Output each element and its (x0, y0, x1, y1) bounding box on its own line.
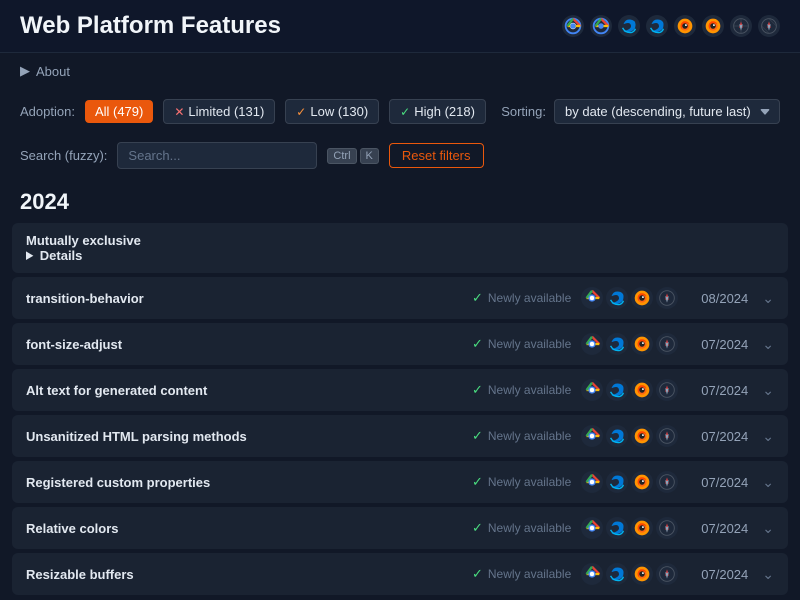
status-label: Newly available (488, 291, 571, 305)
browser-icons-row (581, 425, 678, 447)
expand-chevron-icon[interactable]: ⌄ (762, 428, 774, 445)
filter-limited-button[interactable]: ✕ Limited (131) (163, 99, 275, 124)
expand-chevron-icon[interactable]: ⌄ (762, 520, 774, 537)
reset-filters-button[interactable]: Reset filters (389, 143, 484, 168)
kbd-ctrl: Ctrl (327, 148, 356, 164)
feature-status: ✓ Newly available (472, 336, 571, 352)
search-bar: Search (fuzzy): Ctrl K Reset filters (0, 134, 800, 177)
status-check-icon: ✓ (472, 428, 483, 444)
about-section[interactable]: ▶ About (0, 53, 800, 89)
status-label: Newly available (488, 521, 571, 535)
expand-chevron-icon[interactable]: ⌄ (762, 290, 774, 307)
feature-status: ✓ Newly available (472, 290, 571, 306)
feature-name: Registered custom properties (26, 475, 462, 490)
kbd-k: K (360, 148, 379, 164)
feature-date: 07/2024 (688, 383, 748, 398)
search-label: Search (fuzzy): (20, 148, 107, 163)
expand-chevron-icon[interactable]: ⌄ (762, 336, 774, 353)
feature-date: 08/2024 (688, 291, 748, 306)
feature-row[interactable]: Registered custom properties ✓ Newly ava… (12, 461, 788, 503)
status-check-icon: ✓ (472, 566, 483, 582)
about-arrow: ▶ (20, 63, 30, 79)
feature-date: 07/2024 (688, 475, 748, 490)
feature-status: ✓ Newly available (472, 474, 571, 490)
page-title: Web Platform Features (20, 12, 281, 40)
expand-chevron-icon[interactable]: ⌄ (762, 474, 774, 491)
feature-date: 07/2024 (688, 429, 748, 444)
feature-name: font-size-adjust (26, 337, 462, 352)
filter-low-check: ✓ (296, 105, 306, 119)
chrome-icon-header2 (590, 15, 612, 37)
keyboard-shortcut: Ctrl K (327, 148, 378, 164)
feature-status: ✓ Newly available (472, 428, 571, 444)
edge-icon-header (618, 15, 640, 37)
browser-icons-row (581, 563, 678, 585)
year-2024-header: 2024 (0, 177, 800, 223)
feature-name: Unsanitized HTML parsing methods (26, 429, 462, 444)
feature-row[interactable]: font-size-adjust ✓ Newly available (12, 323, 788, 365)
feature-row[interactable]: Alt text for generated content ✓ Newly a… (12, 369, 788, 411)
sorting-label: Sorting: (501, 104, 546, 119)
browser-icons-row (581, 287, 678, 309)
filter-high-label: High (218) (414, 104, 475, 119)
status-check-icon: ✓ (472, 290, 483, 306)
feature-date: 07/2024 (688, 567, 748, 582)
status-label: Newly available (488, 383, 571, 397)
filter-all-button[interactable]: All (479) (85, 100, 153, 123)
browser-icons-row (581, 517, 678, 539)
filter-low-label: Low (130) (310, 104, 368, 119)
browser-icons-row (581, 379, 678, 401)
feature-name: Alt text for generated content (26, 383, 462, 398)
chrome-icon-header (562, 15, 584, 37)
browser-icons-header (562, 15, 780, 37)
feature-row[interactable]: Mutually exclusive elements ✓ Newly avai… (12, 223, 788, 273)
feature-row[interactable]: Relative colors ✓ Newly available (12, 507, 788, 549)
feature-name: Resizable buffers (26, 567, 462, 582)
status-check-icon: ✓ (472, 520, 483, 536)
sort-select[interactable]: by date (descending, future last) (554, 99, 780, 124)
status-check-icon: ✓ (472, 336, 483, 352)
expand-chevron-icon[interactable]: ⌄ (762, 566, 774, 583)
edge-icon-header2 (646, 15, 668, 37)
safari-icon-header (730, 15, 752, 37)
feature-name: Relative colors (26, 521, 462, 536)
feature-row[interactable]: transition-behavior ✓ Newly available (12, 277, 788, 319)
search-input[interactable] (117, 142, 317, 169)
feature-date: 07/2024 (688, 521, 748, 536)
safari-icon-header2 (758, 15, 780, 37)
firefox-icon-header (674, 15, 696, 37)
browser-icons-row (581, 333, 678, 355)
sorting-section: Sorting: by date (descending, future las… (501, 99, 780, 124)
feature-status: ✓ Newly available (472, 566, 571, 582)
filter-limited-label: Limited (131) (188, 104, 264, 119)
filter-high-check: ✓ (400, 105, 410, 119)
expand-chevron-icon[interactable]: ⌄ (762, 382, 774, 399)
app-header: Web Platform Features (0, 0, 800, 53)
status-check-icon: ✓ (472, 474, 483, 490)
status-label: Newly available (488, 567, 571, 581)
status-label: Newly available (488, 337, 571, 351)
status-check-icon: ✓ (472, 382, 483, 398)
status-label: Newly available (488, 429, 571, 443)
feature-row[interactable]: Resizable buffers ✓ Newly available (12, 553, 788, 595)
filters-bar: Adoption: All (479) ✕ Limited (131) ✓ Lo… (0, 89, 800, 134)
filter-limited-x: ✕ (174, 105, 184, 119)
filter-low-button[interactable]: ✓ Low (130) (285, 99, 379, 124)
feature-row[interactable]: Unsanitized HTML parsing methods ✓ Newly… (12, 415, 788, 457)
feature-date: 07/2024 (688, 337, 748, 352)
feature-name: Mutually exclusive elements ✓ Newly avai… (26, 233, 774, 263)
firefox-icon-header2 (702, 15, 724, 37)
feature-name: transition-behavior (26, 291, 462, 306)
adoption-label: Adoption: (20, 104, 75, 119)
status-label: Newly available (488, 475, 571, 489)
browser-icons-row (581, 471, 678, 493)
filter-high-button[interactable]: ✓ High (218) (389, 99, 486, 124)
features-list: Mutually exclusive elements ✓ Newly avai… (0, 223, 800, 595)
feature-status: ✓ Newly available (472, 520, 571, 536)
about-label: About (36, 64, 70, 79)
feature-status: ✓ Newly available (472, 382, 571, 398)
